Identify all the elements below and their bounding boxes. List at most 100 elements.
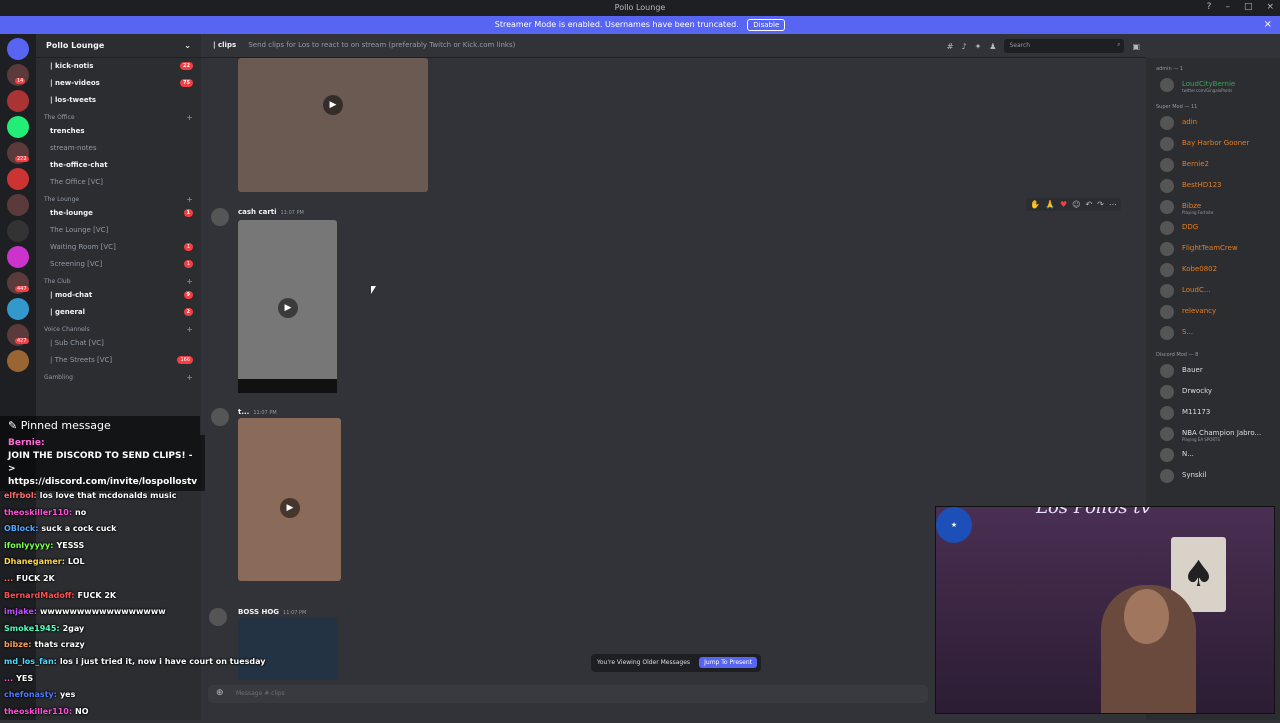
notification-icon[interactable]: ♪ xyxy=(961,42,966,51)
server-icon[interactable] xyxy=(7,220,29,242)
member-item[interactable]: NBA Champion Jabro... Playing EA SPORTS xyxy=(1146,424,1280,445)
channel-kick-notis[interactable]: | kick-notis 22 xyxy=(36,58,201,75)
avatar[interactable] xyxy=(211,208,229,226)
plus-icon[interactable]: ⊕ xyxy=(216,688,224,698)
channel-the-office-vc[interactable]: The Office [VC] xyxy=(36,174,201,191)
message-author[interactable]: cash carti 11:07 PM xyxy=(238,208,304,216)
server-icon[interactable]: 447 xyxy=(7,272,29,294)
member-item[interactable]: relevancy xyxy=(1146,302,1280,323)
inbox-icon[interactable]: ▣ xyxy=(1132,42,1140,51)
server-icon[interactable] xyxy=(7,168,29,190)
server-icon[interactable] xyxy=(7,116,29,138)
search-input[interactable]: Search ⌕ xyxy=(1004,39,1125,53)
category-the-office[interactable]: The Office + xyxy=(36,109,201,123)
reply-icon[interactable]: ↶ xyxy=(1085,200,1092,209)
member-item[interactable]: Kobe0802 xyxy=(1146,260,1280,281)
member-item[interactable]: LoudCityBernie twitter.com/GingaloPants xyxy=(1146,75,1280,96)
chat-username: theoskiller110: xyxy=(4,507,73,517)
server-icon[interactable] xyxy=(7,90,29,112)
plus-icon[interactable]: + xyxy=(186,373,193,382)
channel-the-office-chat[interactable]: the-office-chat xyxy=(36,157,201,174)
server-icon[interactable] xyxy=(7,350,29,372)
channel-waiting-room-vc[interactable]: Waiting Room [VC] 1 xyxy=(36,239,201,256)
server-icon[interactable]: 222 xyxy=(7,142,29,164)
channel-stream-notes[interactable]: stream-notes xyxy=(36,140,201,157)
add-reaction-icon[interactable]: ☺ xyxy=(1072,200,1080,209)
disable-streamer-mode-button[interactable]: Disable xyxy=(747,19,786,31)
member-item[interactable]: LoudC... xyxy=(1146,281,1280,302)
jump-to-present-button[interactable]: Jump To Present xyxy=(699,657,757,668)
server-icon[interactable]: 14 xyxy=(7,64,29,86)
member-item[interactable]: DDG xyxy=(1146,218,1280,239)
member-item[interactable]: M11173 xyxy=(1146,403,1280,424)
member-item[interactable]: Bay Harbor Gooner xyxy=(1146,134,1280,155)
channel-los-tweets[interactable]: | los-tweets xyxy=(36,92,201,109)
member-item[interactable]: Bibze Playing Fortnite xyxy=(1146,197,1280,218)
heart-icon[interactable]: ♥ xyxy=(1060,200,1067,209)
home-icon[interactable] xyxy=(7,38,29,60)
member-name: Bay Harbor Gooner xyxy=(1182,139,1250,147)
minimize-button[interactable]: – xyxy=(1225,2,1230,12)
video-embed[interactable]: ▶ xyxy=(238,220,337,393)
plus-icon[interactable]: + xyxy=(186,277,193,286)
play-icon[interactable]: ▶ xyxy=(278,298,298,318)
close-banner-icon[interactable]: × xyxy=(1264,19,1272,30)
channel-new-videos[interactable]: | new-videos 75 xyxy=(36,75,201,92)
avatar xyxy=(1160,284,1174,298)
message-author[interactable]: t... 11:07 PM xyxy=(238,408,277,416)
server-icon[interactable] xyxy=(7,194,29,216)
header-toolbar: # ♪ ✦ ♟ Search ⌕ ▣ xyxy=(947,39,1140,53)
more-icon[interactable]: ⋯ xyxy=(1109,200,1117,209)
member-item[interactable]: S... xyxy=(1146,323,1280,344)
message-input[interactable]: ⊕ Message # clips xyxy=(208,685,928,703)
maximize-button[interactable]: □ xyxy=(1244,2,1253,12)
reaction-icon[interactable]: 🙏 xyxy=(1045,200,1055,209)
channel-screening-vc[interactable]: Screening [VC] 1 xyxy=(36,256,201,273)
guild-header[interactable]: Pollo Lounge ⌄ xyxy=(36,34,201,58)
plus-icon[interactable]: + xyxy=(186,195,193,204)
category-voice-channels[interactable]: Voice Channels + xyxy=(36,321,201,335)
member-item[interactable]: Drwocky xyxy=(1146,382,1280,403)
avatar[interactable] xyxy=(211,408,229,426)
member-item[interactable]: Synskil xyxy=(1146,466,1280,487)
channel-sub-chat-vc[interactable]: | Sub Chat [VC] xyxy=(36,335,201,352)
server-icon[interactable] xyxy=(7,246,29,268)
members-icon[interactable]: ♟ xyxy=(989,42,996,51)
chat-username: ifonlyyyyy: xyxy=(4,540,54,550)
message-author[interactable]: BOSS HOG 11:07 PM xyxy=(238,608,306,616)
member-item[interactable]: BestHD123 xyxy=(1146,176,1280,197)
play-icon[interactable]: ▶ xyxy=(323,95,343,115)
member-item[interactable]: adin xyxy=(1146,113,1280,134)
channel-trenches[interactable]: trenches xyxy=(36,123,201,140)
reaction-icon[interactable]: ✋ xyxy=(1030,200,1040,209)
plus-icon[interactable]: + xyxy=(186,325,193,334)
category-the-lounge[interactable]: The Lounge + xyxy=(36,191,201,205)
category-gambling[interactable]: Gambling + xyxy=(36,369,201,383)
member-item[interactable]: Bauer xyxy=(1146,361,1280,382)
member-item[interactable]: Bernie2 xyxy=(1146,155,1280,176)
forward-icon[interactable]: ↷ xyxy=(1097,200,1104,209)
video-embed[interactable]: ▶ xyxy=(238,418,341,581)
video-embed[interactable] xyxy=(238,618,337,680)
threads-icon[interactable]: # xyxy=(947,42,954,51)
plus-icon[interactable]: + xyxy=(186,113,193,122)
close-window-button[interactable]: × xyxy=(1266,2,1274,12)
help-icon[interactable]: ? xyxy=(1207,2,1212,12)
server-icon[interactable]: 427 xyxy=(7,324,29,346)
channel-mod-chat[interactable]: | mod-chat 9 xyxy=(36,287,201,304)
channel-the-lounge[interactable]: the-lounge 1 xyxy=(36,205,201,222)
server-icon[interactable] xyxy=(7,298,29,320)
chat-text: los i just tried it, now i have court on… xyxy=(59,656,266,666)
chevron-down-icon[interactable]: ⌄ xyxy=(184,41,191,50)
avatar[interactable] xyxy=(209,608,227,626)
channel-general[interactable]: | general 2 xyxy=(36,304,201,321)
member-item[interactable]: FlightTeamCrew xyxy=(1146,239,1280,260)
category-the-club[interactable]: The Club + xyxy=(36,273,201,287)
chat-username: Dhanegamer: xyxy=(4,557,65,567)
channel-the-lounge-vc[interactable]: The Lounge [VC] xyxy=(36,222,201,239)
pin-icon[interactable]: ✦ xyxy=(975,42,982,51)
channel-the-streets-vc[interactable]: | The Streets [VC] 166 xyxy=(36,352,201,369)
play-icon[interactable]: ▶ xyxy=(280,498,300,518)
member-item[interactable]: N... xyxy=(1146,445,1280,466)
video-embed[interactable]: ▶ xyxy=(238,58,428,192)
